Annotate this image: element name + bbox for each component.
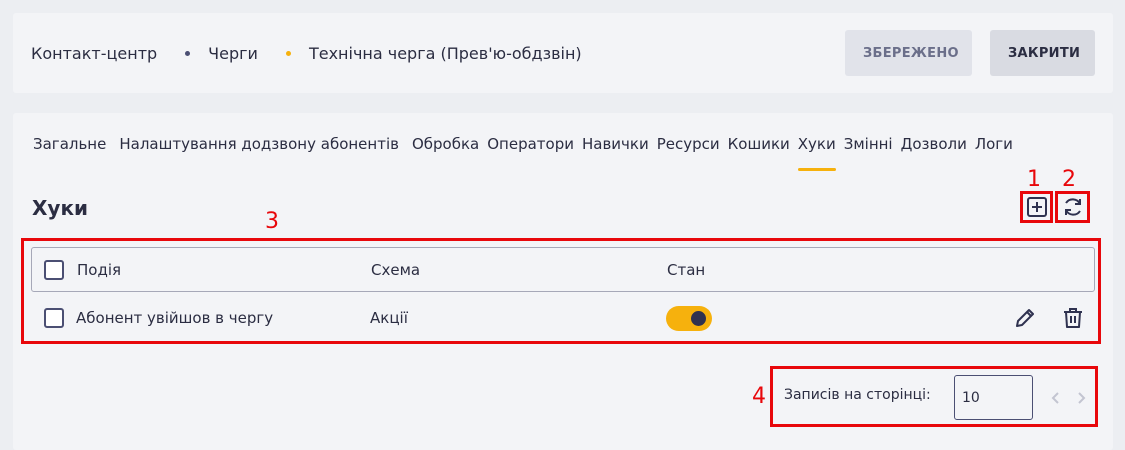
records-per-page-label: Записів на сторінці: [784,387,931,403]
table-row: Абонент увійшов в чергу Акції [31,295,1095,341]
tab-logs[interactable]: Логи [975,135,1013,171]
records-per-page-input[interactable] [954,375,1033,420]
next-page-button[interactable] [1075,388,1089,408]
breadcrumb-item-current: Технічна черга (Прев'ю-обдзвін) [308,43,582,63]
tab-skills[interactable]: Навички [582,135,649,171]
main-panel: Загальне Налаштування додзвону абонентів… [13,113,1113,450]
breadcrumb-item-queues[interactable]: Черги [208,44,258,63]
tab-general[interactable]: Загальне [33,135,106,171]
breadcrumb-current-dot [285,50,291,56]
breadcrumb-separator-dot [185,50,191,56]
breadcrumb: Контакт-центр Черги Технічна черга (Прев… [31,44,582,63]
toggle-knob [691,310,706,326]
tab-operators[interactable]: Оператори [487,135,574,171]
tab-hooks[interactable]: Хуки [797,135,836,171]
pencil-icon [1016,309,1034,327]
row-checkbox[interactable] [44,308,64,328]
saved-button[interactable]: ЗБЕРЕЖЕНО [845,30,972,76]
plus-square-icon [1027,197,1047,217]
row-scheme: Акції [370,309,408,327]
select-all-checkbox[interactable] [44,259,64,280]
tab-buckets[interactable]: Кошики [728,135,790,171]
tab-bar: Загальне Налаштування додзвону абонентів… [33,135,1021,171]
row-state-toggle[interactable] [666,305,712,331]
prev-page-button[interactable] [1048,388,1062,408]
column-header-event[interactable]: Подія [77,261,121,279]
breadcrumb-item-contact-center[interactable]: Контакт-центр [31,44,157,63]
tab-dial-settings[interactable]: Налаштування додзвону абонентів [119,135,399,171]
tab-resources[interactable]: Ресурси [657,135,720,171]
add-button[interactable] [1023,193,1051,221]
header-bar: Контакт-центр Черги Технічна черга (Прев… [13,13,1113,93]
chevron-right-icon [1078,392,1086,404]
table-header: Подія Схема Стан [31,247,1095,292]
section-title: Хуки [32,196,89,220]
annotation-label-1: 1 [1027,167,1041,192]
delete-button[interactable] [1061,306,1085,334]
refresh-button[interactable] [1059,193,1087,221]
column-header-scheme[interactable]: Схема [371,261,420,279]
column-header-state[interactable]: Стан [667,261,705,279]
tab-permissions[interactable]: Дозволи [901,135,967,171]
annotation-label-4: 4 [752,384,766,409]
annotation-label-3: 3 [265,209,279,234]
chevron-left-icon [1051,392,1059,404]
close-button[interactable]: ЗАКРИТИ [990,30,1095,76]
trash-icon [1064,308,1082,328]
annotation-label-2: 2 [1062,167,1076,192]
edit-button[interactable] [1013,306,1037,334]
row-event: Абонент увійшов в чергу [76,309,274,327]
tab-processing[interactable]: Обробка [412,135,479,171]
refresh-icon [1065,198,1081,216]
tab-variables[interactable]: Змінні [844,135,893,171]
